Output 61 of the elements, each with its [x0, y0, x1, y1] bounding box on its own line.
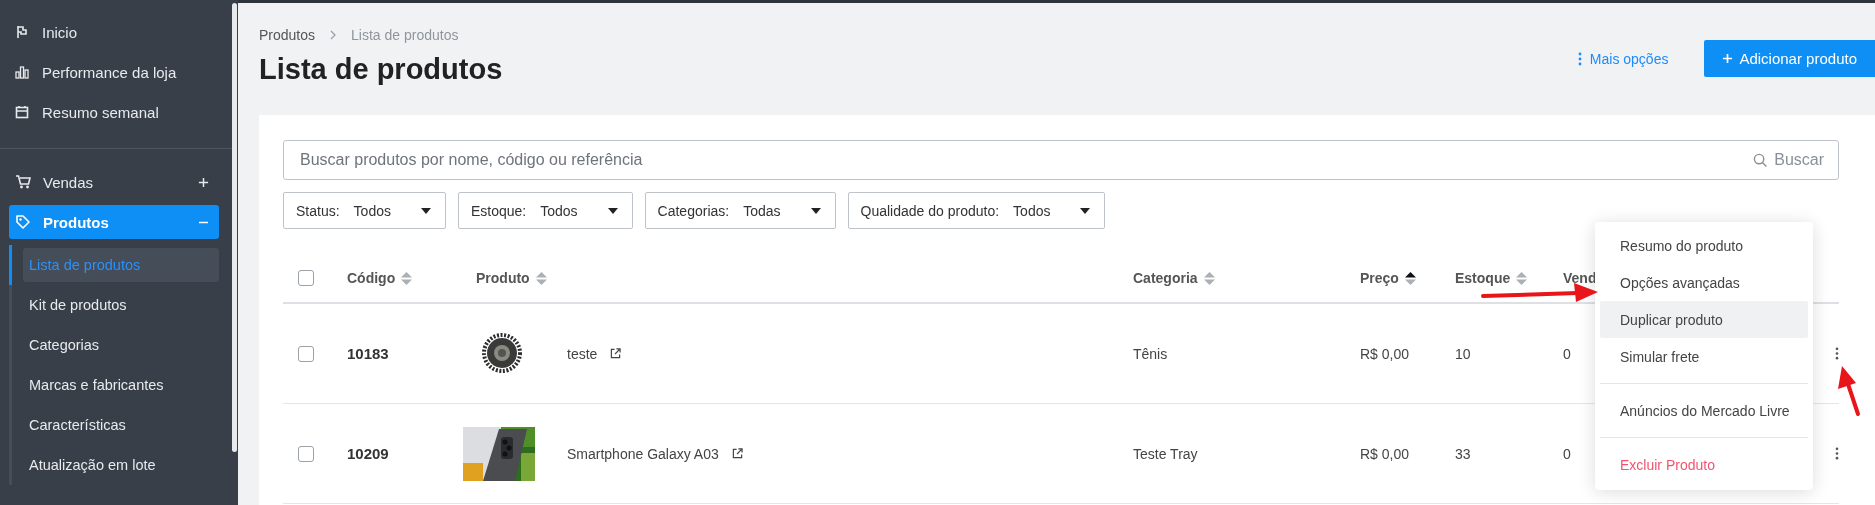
plus-icon: [1722, 53, 1734, 64]
calendar-icon: [15, 105, 29, 119]
external-link-icon[interactable]: [731, 448, 743, 459]
table-cell: 10209: [347, 445, 389, 462]
sidebar-subitem[interactable]: Kit de produtos: [23, 288, 219, 322]
expand-icon[interactable]: [198, 176, 209, 188]
column-header[interactable]: Produto: [476, 270, 530, 286]
annotation-arrow: [1838, 366, 1860, 416]
flag-icon: [15, 25, 29, 39]
sidebar-item[interactable]: Vendas: [9, 165, 219, 199]
caret-icon: [1080, 207, 1091, 214]
menu-item[interactable]: Anúncios do Mercado Livre: [1600, 392, 1808, 429]
table-cell: Teste Tray: [1133, 445, 1198, 462]
cart-icon: [15, 174, 31, 190]
product-link[interactable]: Smartphone Galaxy A03: [567, 445, 719, 462]
sidebar-subitem[interactable]: Categorias: [23, 328, 219, 362]
menu-item[interactable]: Resumo do produto: [1600, 227, 1808, 264]
sidebar-item[interactable]: Inicio: [0, 12, 238, 52]
column-header[interactable]: Categoria: [1133, 270, 1198, 286]
scrollbar[interactable]: [232, 3, 237, 452]
table-cell: 33: [1455, 445, 1471, 462]
sidebar-item[interactable]: Resumo semanal: [0, 92, 238, 132]
breadcrumb-link[interactable]: Produtos: [259, 27, 316, 43]
menu-item[interactable]: Opções avançadas: [1600, 264, 1808, 301]
page-title: Lista de produtos: [259, 53, 503, 86]
table-cell: 0: [1563, 445, 1571, 462]
kebab-icon[interactable]: [1835, 347, 1839, 360]
table-cell: Tênis: [1133, 345, 1168, 362]
table-cell: 10183: [347, 345, 389, 362]
caret-icon: [420, 207, 431, 214]
search-icon: [1753, 152, 1769, 168]
chevron-icon: [329, 30, 338, 40]
menu-item[interactable]: Simular frete: [1600, 338, 1808, 375]
sidebar-subitem[interactable]: Marcas e fabricantes: [23, 368, 219, 402]
tag-icon: [15, 214, 31, 230]
column-header[interactable]: Código: [347, 270, 396, 286]
table-cell: R$ 0,00: [1360, 445, 1410, 462]
checkbox[interactable]: [298, 445, 314, 462]
product-link[interactable]: teste: [567, 345, 598, 362]
filter-dropdown[interactable]: Qualidade do produto: Todos: [847, 192, 1106, 229]
column-header[interactable]: Estoque: [1455, 270, 1511, 286]
filter-dropdown[interactable]: Categorias: Todas: [644, 192, 836, 229]
sidebar-subitem[interactable]: Características: [23, 408, 219, 442]
filter-dropdown[interactable]: Estoque: Todos: [457, 192, 633, 229]
sidebar-subitem[interactable]: Atualização em lote: [23, 448, 219, 482]
table-cell: R$ 0,00: [1360, 345, 1410, 362]
external-link-icon[interactable]: [610, 348, 622, 359]
bar-chart-icon: [15, 65, 29, 79]
kebab-icon: [1577, 52, 1582, 66]
table-cell: 0: [1563, 345, 1571, 362]
checkbox[interactable]: [298, 270, 314, 286]
checkbox[interactable]: [298, 345, 314, 362]
column-header[interactable]: Preço: [1360, 270, 1399, 286]
sidebar-item[interactable]: Performance da loja: [0, 52, 238, 92]
menu-item[interactable]: Duplicar produto: [1600, 301, 1808, 338]
filter-dropdown[interactable]: Status: Todos: [283, 192, 446, 229]
table-cell: 10: [1455, 345, 1471, 362]
kebab-icon[interactable]: [1835, 447, 1839, 460]
caret-icon: [810, 207, 821, 214]
sort-icon[interactable]: [1404, 271, 1416, 285]
caret-icon: [607, 207, 618, 214]
